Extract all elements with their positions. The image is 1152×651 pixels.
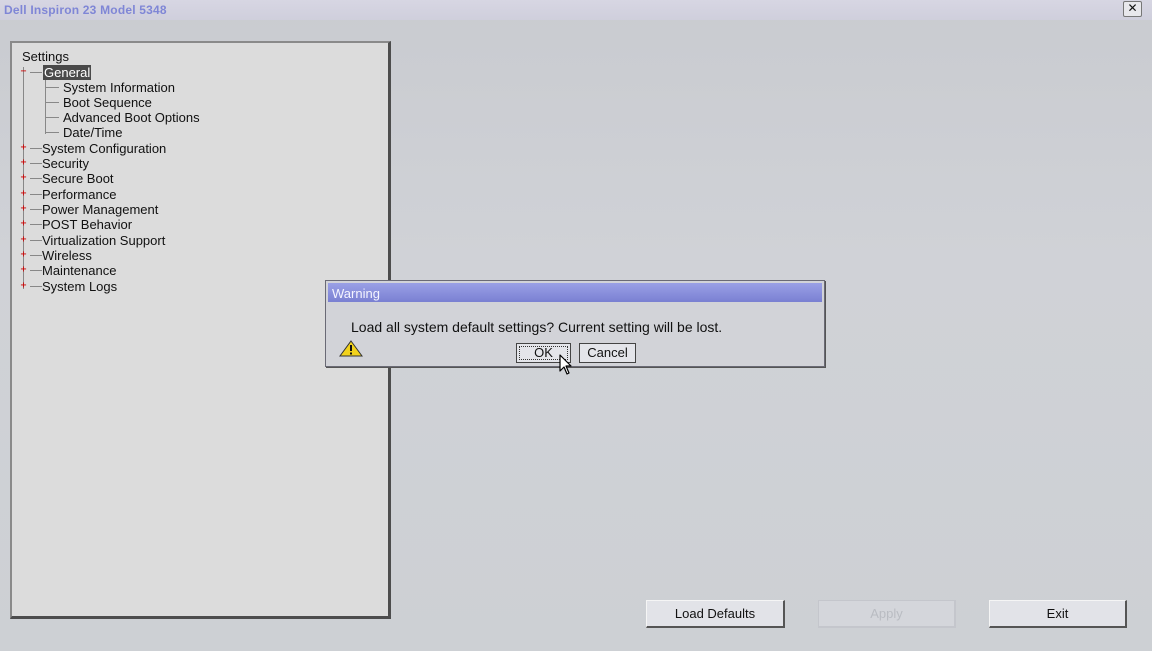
tree-connector [45, 132, 59, 133]
tree-item-label: General [43, 65, 92, 80]
tree-connector [45, 117, 59, 118]
tree-item-label: Advanced Boot Options [63, 110, 200, 125]
close-icon: ✕ [1127, 1, 1138, 15]
expand-icon[interactable]: + [19, 189, 28, 199]
tree-item-label: Date/Time [63, 125, 123, 140]
warning-dialog: Warning Load all system default settings… [325, 280, 825, 367]
tree-connector [30, 163, 42, 164]
tree-item-label: Security [42, 156, 89, 171]
dialog-titlebar[interactable]: Warning [328, 283, 822, 302]
window-titlebar: Dell Inspiron 23 Model 5348 ✕ [0, 0, 1152, 20]
tree-root-settings[interactable]: Settings [22, 49, 69, 64]
dialog-message: Load all system default settings? Curren… [351, 319, 723, 335]
tree-item-label: Wireless [42, 248, 92, 263]
tree-item-advanced-boot-options[interactable]: Advanced Boot Options [45, 110, 200, 125]
tree-connector [30, 148, 42, 149]
expand-icon[interactable]: + [19, 219, 28, 229]
expand-icon[interactable]: + [19, 235, 28, 245]
expand-icon[interactable]: + [19, 204, 28, 214]
dialog-title: Warning [332, 286, 380, 301]
cancel-button[interactable]: Cancel [579, 343, 636, 363]
tree-connector [45, 102, 59, 103]
collapse-icon[interactable]: − [19, 67, 28, 77]
tree-item-date-time[interactable]: Date/Time [45, 125, 123, 140]
apply-button[interactable]: Apply [818, 600, 956, 628]
warning-icon [339, 340, 363, 357]
window-title: Dell Inspiron 23 Model 5348 [4, 3, 167, 17]
tree-item-label: POST Behavior [42, 217, 133, 232]
expand-icon[interactable]: + [19, 143, 28, 153]
expand-icon[interactable]: + [19, 158, 28, 168]
exit-button[interactable]: Exit [989, 600, 1127, 628]
tree-connector [30, 255, 42, 256]
load-defaults-button[interactable]: Load Defaults [646, 600, 785, 628]
expand-icon[interactable]: + [19, 281, 28, 291]
tree-connector [30, 178, 42, 179]
expand-icon[interactable]: + [19, 250, 28, 260]
mouse-cursor-icon [559, 354, 572, 375]
tree-item-boot-sequence[interactable]: Boot Sequence [45, 95, 152, 110]
tree-connector [30, 270, 42, 271]
tree-item-label: Secure Boot [42, 171, 114, 186]
tree-connector [30, 286, 42, 287]
tree-connector [30, 224, 42, 225]
tree-item-label: Maintenance [42, 263, 117, 278]
tree-item-label: System Information [63, 80, 175, 95]
tree-item-label: Performance [42, 187, 117, 202]
tree-connector [30, 194, 42, 195]
tree-item-system-information[interactable]: System Information [45, 80, 175, 95]
close-button[interactable]: ✕ [1123, 1, 1142, 17]
tree-item-label: Virtualization Support [42, 233, 166, 248]
tree-connector [30, 209, 42, 210]
tree-item-label: Boot Sequence [63, 95, 152, 110]
tree-item-label: System Configuration [42, 141, 167, 156]
expand-icon[interactable]: + [19, 173, 28, 183]
tree-item-label: Power Management [42, 202, 159, 217]
tree-connector [45, 87, 59, 88]
tree-connector [30, 72, 42, 73]
expand-icon[interactable]: + [19, 265, 28, 275]
tree-connector [30, 240, 42, 241]
tree-item-label: System Logs [42, 279, 118, 294]
